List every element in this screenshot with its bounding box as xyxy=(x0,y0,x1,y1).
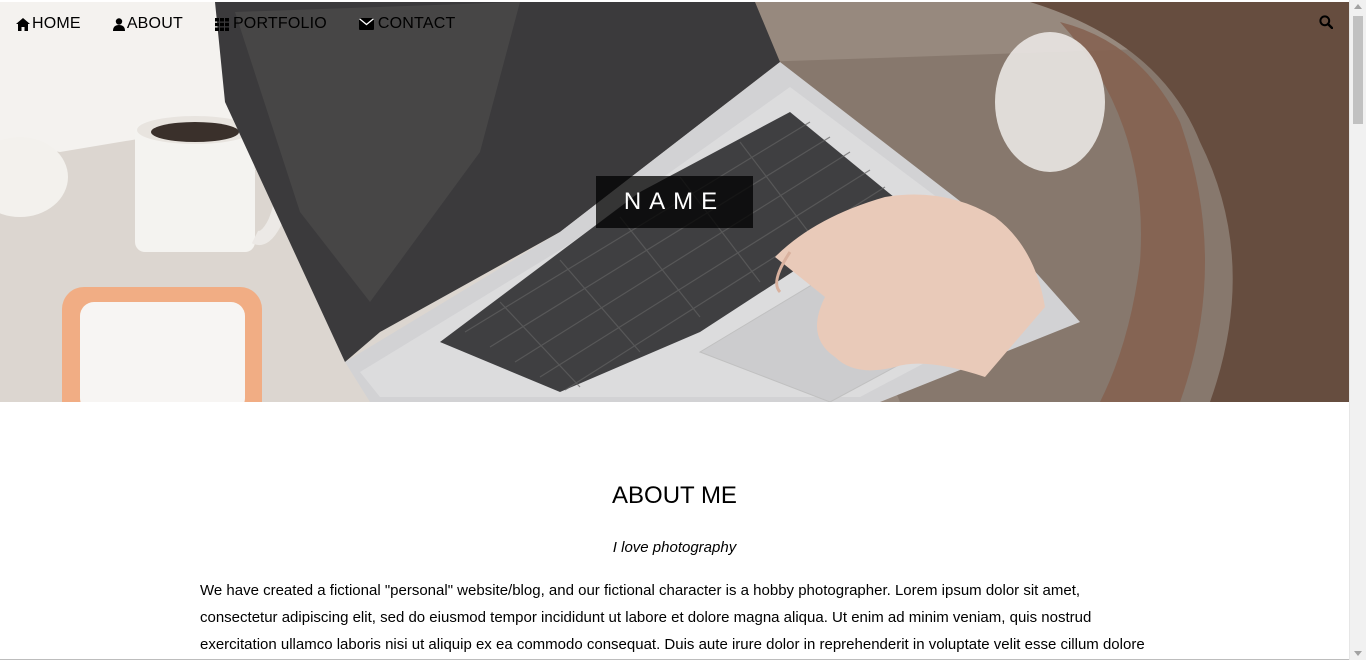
envelope-icon xyxy=(358,18,374,30)
home-icon xyxy=(16,17,30,31)
user-icon xyxy=(112,17,125,31)
about-subtitle: I love photography xyxy=(612,539,737,556)
nav-about-label: ABOUT xyxy=(126,15,183,32)
page: HOME ABOUT PORTFOLIO CONTACT NAME ABOUT … xyxy=(0,0,1349,660)
scroll-down-arrow-icon[interactable] xyxy=(1354,651,1362,656)
nav-home-label: HOME xyxy=(32,15,81,32)
nav-contact[interactable]: CONTACT xyxy=(343,2,472,46)
scroll-up-arrow-icon[interactable] xyxy=(1354,4,1362,9)
nav-contact-label: CONTACT xyxy=(377,15,456,32)
about-heading: ABOUT ME xyxy=(612,482,737,509)
nav-about[interactable]: ABOUT xyxy=(97,2,199,46)
nav-portfolio-label: PORTFOLIO xyxy=(232,15,327,32)
about-paragraph: We have created a fictional "personal" w… xyxy=(200,582,1145,653)
search-icon xyxy=(1319,14,1334,34)
scroll-thumb[interactable] xyxy=(1353,16,1363,124)
hero-name-label: NAME xyxy=(596,176,753,228)
top-navbar: HOME ABOUT PORTFOLIO CONTACT xyxy=(0,2,1349,46)
vertical-scrollbar[interactable] xyxy=(1349,0,1366,660)
grid-icon xyxy=(214,17,229,31)
nav-portfolio[interactable]: PORTFOLIO xyxy=(199,2,343,46)
search-button[interactable] xyxy=(1319,2,1334,46)
nav-home[interactable]: HOME xyxy=(0,2,97,46)
